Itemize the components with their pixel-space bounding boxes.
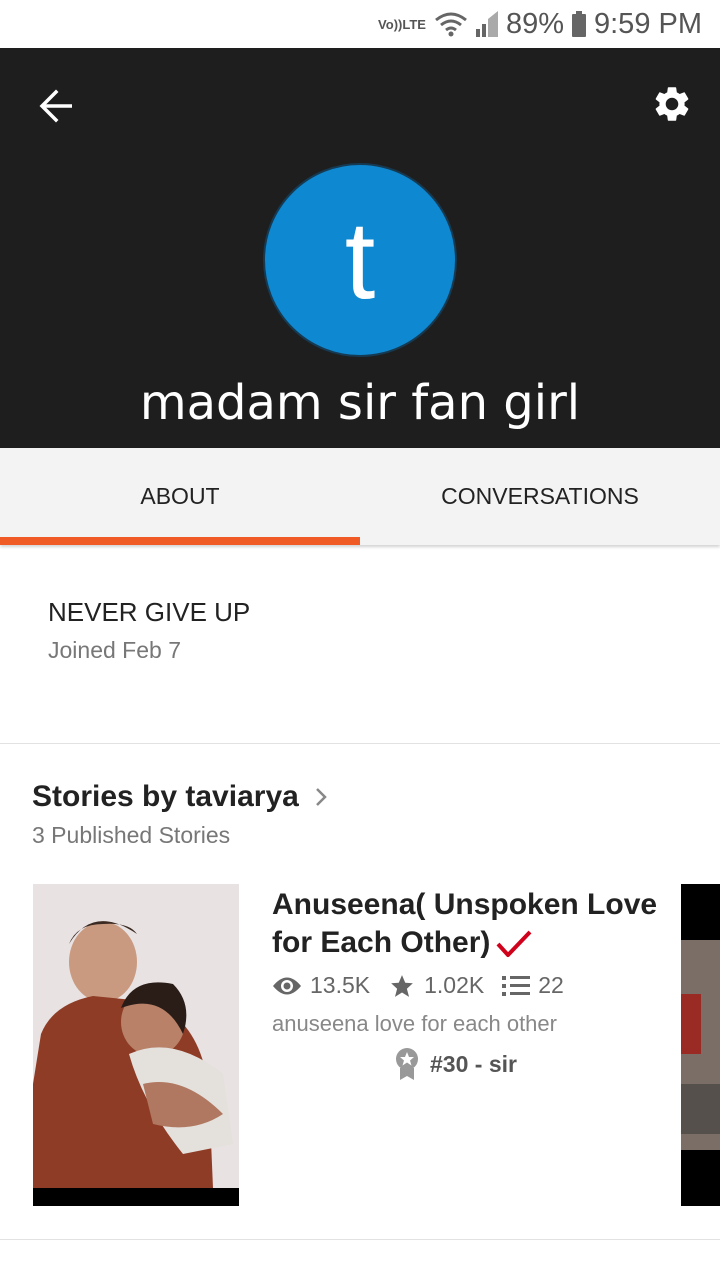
story-title[interactable]: Anuseena( Unspoken Love for Each Other)	[272, 886, 692, 962]
checkmark-icon	[496, 930, 532, 958]
profile-header: t madam sir fan girl	[0, 48, 720, 448]
avatar[interactable]: t	[263, 163, 457, 357]
section-divider	[0, 743, 720, 744]
star-icon	[391, 974, 413, 997]
reads-stat: 13.5K	[272, 972, 370, 999]
gear-icon	[655, 87, 689, 121]
section-divider-bottom	[0, 1239, 720, 1240]
back-button[interactable]	[32, 82, 80, 130]
volte-label: Vo))	[378, 16, 403, 32]
story-description: anuseena love for each other	[272, 1011, 557, 1036]
display-name: madam sir fan girl	[139, 375, 581, 431]
lte-label: LTE	[402, 16, 426, 32]
story-rank: #30 - sir	[394, 1047, 692, 1081]
joined-date: Joined Feb 7	[48, 637, 181, 663]
tab-about[interactable]: ABOUT	[0, 448, 360, 545]
chevron-right-icon	[315, 788, 327, 806]
tab-conversations[interactable]: CONVERSATIONS	[360, 448, 720, 545]
ribbon-badge-icon	[396, 1048, 418, 1080]
back-arrow-icon	[39, 89, 72, 123]
parts-stat: 22	[502, 972, 564, 999]
profile-tabs: ABOUT CONVERSATIONS	[0, 448, 720, 545]
settings-button[interactable]	[648, 80, 696, 128]
story-title-text: Anuseena( Unspoken Love for Each Other)	[272, 888, 658, 959]
about-section: NEVER GIVE UP Joined Feb 7	[48, 597, 250, 664]
story-cover[interactable]	[33, 884, 239, 1206]
signal-icon	[475, 11, 498, 37]
battery-icon	[572, 11, 586, 37]
stories-header-link[interactable]: Stories by taviarya	[32, 780, 333, 814]
profile-tagline: NEVER GIVE UP	[48, 597, 251, 627]
eye-icon	[273, 977, 301, 994]
volte-indicator: Vo)) LTE	[378, 18, 426, 31]
stories-count: 3 Published Stories	[32, 822, 231, 848]
reads-count: 13.5K	[310, 972, 371, 998]
votes-stat: 1.02K	[388, 972, 484, 999]
parts-count: 22	[538, 972, 564, 998]
story-cover-image	[33, 884, 239, 1188]
battery-percent: 89%	[505, 7, 564, 40]
list-icon	[502, 975, 531, 996]
story-stats: 13.5K 1.02K 22	[272, 972, 692, 999]
story-info: Anuseena( Unspoken Love for Each Other) …	[272, 886, 692, 1081]
wifi-icon	[434, 11, 468, 37]
avatar-letter: t	[344, 198, 376, 322]
clock: 9:59 PM	[594, 7, 702, 40]
rank-text: #30 - sir	[430, 1050, 517, 1077]
status-bar: Vo)) LTE 89% 9:59 PM	[0, 0, 720, 48]
stories-title: Stories by taviarya	[32, 780, 299, 813]
votes-count: 1.02K	[424, 972, 485, 998]
